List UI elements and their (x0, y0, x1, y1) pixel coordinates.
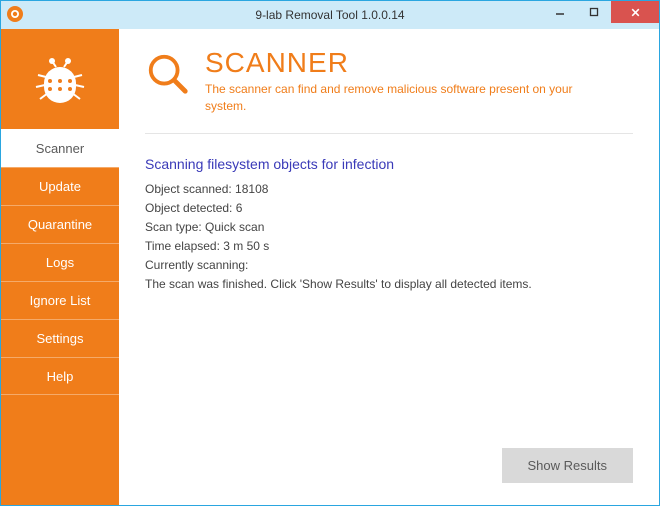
objects-detected: Object detected: 6 (145, 201, 633, 215)
body-area: Scanner Update Quarantine Logs Ignore Li… (1, 29, 659, 505)
sidebar-item-label: Update (39, 179, 81, 194)
logo (1, 29, 119, 129)
currently-scanning: Currently scanning: (145, 258, 633, 272)
magnifier-icon (145, 51, 191, 97)
window-controls (543, 1, 659, 23)
footer: Show Results (145, 448, 633, 489)
bug-icon (28, 47, 92, 111)
page-header: SCANNER The scanner can find and remove … (145, 47, 633, 134)
sidebar-item-update[interactable]: Update (1, 167, 119, 205)
sidebar-item-label: Help (47, 369, 74, 384)
maximize-button[interactable] (577, 1, 611, 23)
show-results-button[interactable]: Show Results (502, 448, 633, 483)
sidebar-item-scanner[interactable]: Scanner (1, 129, 119, 167)
status-heading: Scanning filesystem objects for infectio… (145, 156, 633, 172)
main-panel: SCANNER The scanner can find and remove … (119, 29, 659, 505)
minimize-button[interactable] (543, 1, 577, 23)
page-subtitle: The scanner can find and remove maliciou… (205, 81, 585, 115)
sidebar-item-label: Ignore List (30, 293, 91, 308)
sidebar-item-label: Settings (37, 331, 84, 346)
finish-message: The scan was finished. Click 'Show Resul… (145, 277, 633, 291)
sidebar-item-label: Scanner (36, 141, 84, 156)
scan-status: Scanning filesystem objects for infectio… (145, 134, 633, 296)
app-window: 9-lab Removal Tool 1.0.0.14 (0, 0, 660, 506)
app-icon (7, 6, 23, 22)
sidebar-item-help[interactable]: Help (1, 357, 119, 395)
close-button[interactable] (611, 1, 659, 23)
sidebar-item-ignore-list[interactable]: Ignore List (1, 281, 119, 319)
sidebar-item-logs[interactable]: Logs (1, 243, 119, 281)
titlebar[interactable]: 9-lab Removal Tool 1.0.0.14 (1, 1, 659, 29)
page-title: SCANNER (205, 47, 633, 79)
sidebar-item-label: Quarantine (28, 217, 92, 232)
sidebar-item-label: Logs (46, 255, 74, 270)
sidebar-item-quarantine[interactable]: Quarantine (1, 205, 119, 243)
scan-type: Scan type: Quick scan (145, 220, 633, 234)
sidebar-item-settings[interactable]: Settings (1, 319, 119, 357)
objects-scanned: Object scanned: 18108 (145, 182, 633, 196)
time-elapsed: Time elapsed: 3 m 50 s (145, 239, 633, 253)
sidebar: Scanner Update Quarantine Logs Ignore Li… (1, 29, 119, 505)
